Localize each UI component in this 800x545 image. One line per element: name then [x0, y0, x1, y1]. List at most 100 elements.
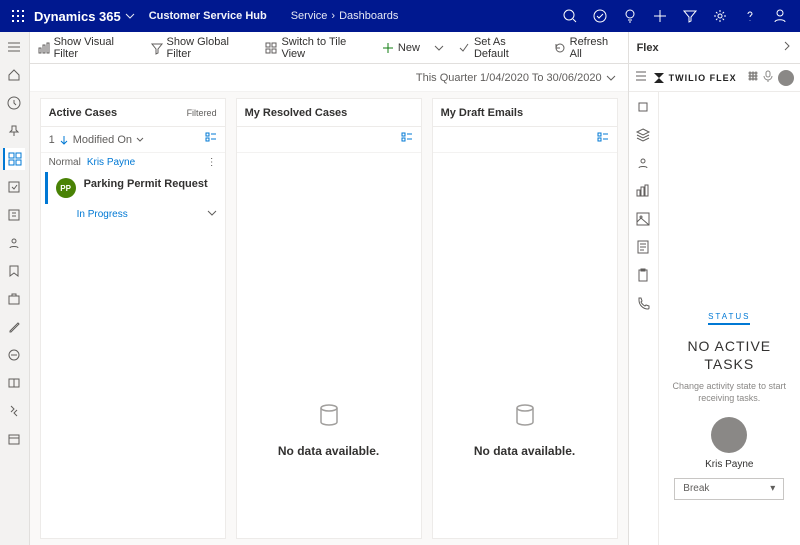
chevron-right-icon: ›	[331, 10, 335, 22]
flex-main: STATUS NO ACTIVE TASKS Change activity s…	[659, 92, 800, 545]
dialpad-icon[interactable]	[748, 71, 758, 84]
column-resolved-cases: My Resolved Cases No data available.	[236, 98, 422, 539]
breadcrumb: Service › Dashboards	[291, 10, 399, 22]
gear-icon[interactable]	[706, 2, 734, 30]
visual-filter-button[interactable]: Show Visual Filter	[38, 36, 137, 60]
app-name: Customer Service Hub	[149, 10, 267, 22]
view-options-icon[interactable]	[401, 132, 413, 147]
help-icon[interactable]	[736, 2, 764, 30]
notes-icon[interactable]	[634, 238, 652, 256]
filtered-label: Filtered	[187, 108, 217, 118]
sort-arrow-icon	[59, 135, 69, 145]
sort-field: Modified On	[73, 134, 132, 146]
lightbulb-icon[interactable]	[616, 2, 644, 30]
header-actions	[556, 2, 794, 30]
edit-icon[interactable]	[3, 316, 25, 338]
chevron-down-icon[interactable]	[125, 11, 135, 21]
case-card[interactable]: PP Parking Permit Request	[45, 172, 225, 204]
assistant-icon[interactable]	[586, 2, 614, 30]
row-more-icon[interactable]: ⋮	[207, 157, 217, 168]
case-owner[interactable]: Kris Payne	[87, 157, 135, 168]
column-sort-bar[interactable]	[433, 127, 617, 153]
image-icon[interactable]	[634, 210, 652, 228]
new-dropdown[interactable]	[434, 43, 444, 53]
layers-icon[interactable]	[634, 126, 652, 144]
twilio-logo: TWILIO FLEX	[653, 72, 737, 84]
contacts-icon[interactable]	[3, 232, 25, 254]
case-metadata-row: Normal Kris Payne ⋮	[41, 153, 225, 172]
column-active-cases: Active CasesFiltered 1 Modified On Norma…	[40, 98, 226, 539]
hamburger-icon[interactable]	[3, 36, 25, 58]
global-header: Dynamics 365 Customer Service Hub Servic…	[0, 0, 800, 32]
home-icon[interactable]	[3, 64, 25, 86]
avatar: PP	[56, 178, 76, 198]
phone-icon[interactable]	[634, 294, 652, 312]
user-name: Kris Payne	[705, 459, 753, 470]
caret-down-icon: ▾	[770, 483, 775, 494]
sitemap-nav	[0, 32, 30, 545]
dashboards-icon[interactable]	[3, 148, 25, 170]
agent-icon[interactable]	[634, 98, 652, 116]
no-tasks-heading: NO ACTIVE TASKS	[667, 337, 792, 373]
dashboard-subheader: This Quarter 1/04/2020 To 30/06/2020	[30, 64, 628, 92]
clipboard-icon[interactable]	[634, 266, 652, 284]
recent-icon[interactable]	[3, 92, 25, 114]
status-label: STATUS	[708, 312, 750, 325]
calendar-icon[interactable]	[3, 428, 25, 450]
case-status-row[interactable]: In Progress	[41, 204, 225, 225]
queues-stats-icon[interactable]	[634, 182, 652, 200]
account-icon[interactable]	[766, 2, 794, 30]
queues-icon[interactable]	[3, 344, 25, 366]
add-icon[interactable]	[646, 2, 674, 30]
twilio-toolbar: TWILIO FLEX	[629, 64, 800, 92]
column-sort-bar[interactable]	[237, 127, 421, 153]
case-status: In Progress	[77, 209, 128, 220]
empty-state: No data available.	[433, 153, 617, 538]
mic-icon[interactable]	[763, 70, 773, 85]
chevron-down-icon[interactable]	[207, 208, 217, 221]
knowledge-icon[interactable]	[3, 372, 25, 394]
col-title: My Resolved Cases	[245, 107, 348, 119]
column-draft-emails: My Draft Emails No data available.	[432, 98, 618, 539]
empty-state: No data available.	[237, 153, 421, 538]
chevron-right-icon[interactable]	[782, 41, 792, 54]
new-button[interactable]: New	[382, 42, 420, 54]
filter-icon[interactable]	[676, 2, 704, 30]
date-range-selector[interactable]: This Quarter 1/04/2020 To 30/06/2020	[416, 72, 616, 84]
refresh-button[interactable]: Refresh All	[554, 36, 620, 60]
avatar[interactable]	[778, 70, 794, 86]
tools-icon[interactable]	[3, 400, 25, 422]
activity-state-select[interactable]: Break ▾	[674, 478, 784, 500]
pin-icon[interactable]	[3, 120, 25, 142]
col-title: My Draft Emails	[441, 107, 524, 119]
flex-title: Flex	[637, 42, 659, 54]
case-title: Parking Permit Request	[84, 178, 208, 190]
view-options-icon[interactable]	[205, 132, 217, 147]
command-bar: Show Visual Filter Show Global Filter Sw…	[30, 32, 628, 64]
no-tasks-sub: Change activity state to start receiving…	[667, 381, 792, 404]
tile-view-button[interactable]: Switch to Tile View	[265, 36, 367, 60]
accounts-icon[interactable]	[3, 204, 25, 226]
teams-icon[interactable]	[634, 154, 652, 172]
breadcrumb-dashboards[interactable]: Dashboards	[339, 10, 398, 22]
hamburger-icon[interactable]	[635, 70, 647, 85]
no-data-label: No data available.	[278, 444, 379, 458]
activities-icon[interactable]	[3, 176, 25, 198]
flex-header: Flex	[629, 32, 800, 64]
column-sort-bar[interactable]: 1 Modified On	[41, 127, 225, 153]
no-data-label: No data available.	[474, 444, 575, 458]
social-icon[interactable]	[3, 260, 25, 282]
flex-sidebar	[629, 92, 659, 545]
search-icon[interactable]	[556, 2, 584, 30]
record-count: 1	[49, 134, 55, 146]
chevron-down-icon	[136, 136, 144, 144]
app-launcher-icon[interactable]	[6, 4, 30, 28]
dashboard-board: Active CasesFiltered 1 Modified On Norma…	[30, 92, 628, 545]
activity-state-value: Break	[683, 483, 709, 494]
global-filter-button[interactable]: Show Global Filter	[151, 36, 252, 60]
view-options-icon[interactable]	[597, 132, 609, 147]
set-default-button[interactable]: Set As Default	[458, 36, 540, 60]
breadcrumb-service[interactable]: Service	[291, 10, 328, 22]
twilio-icon	[653, 72, 665, 84]
cases-icon[interactable]	[3, 288, 25, 310]
